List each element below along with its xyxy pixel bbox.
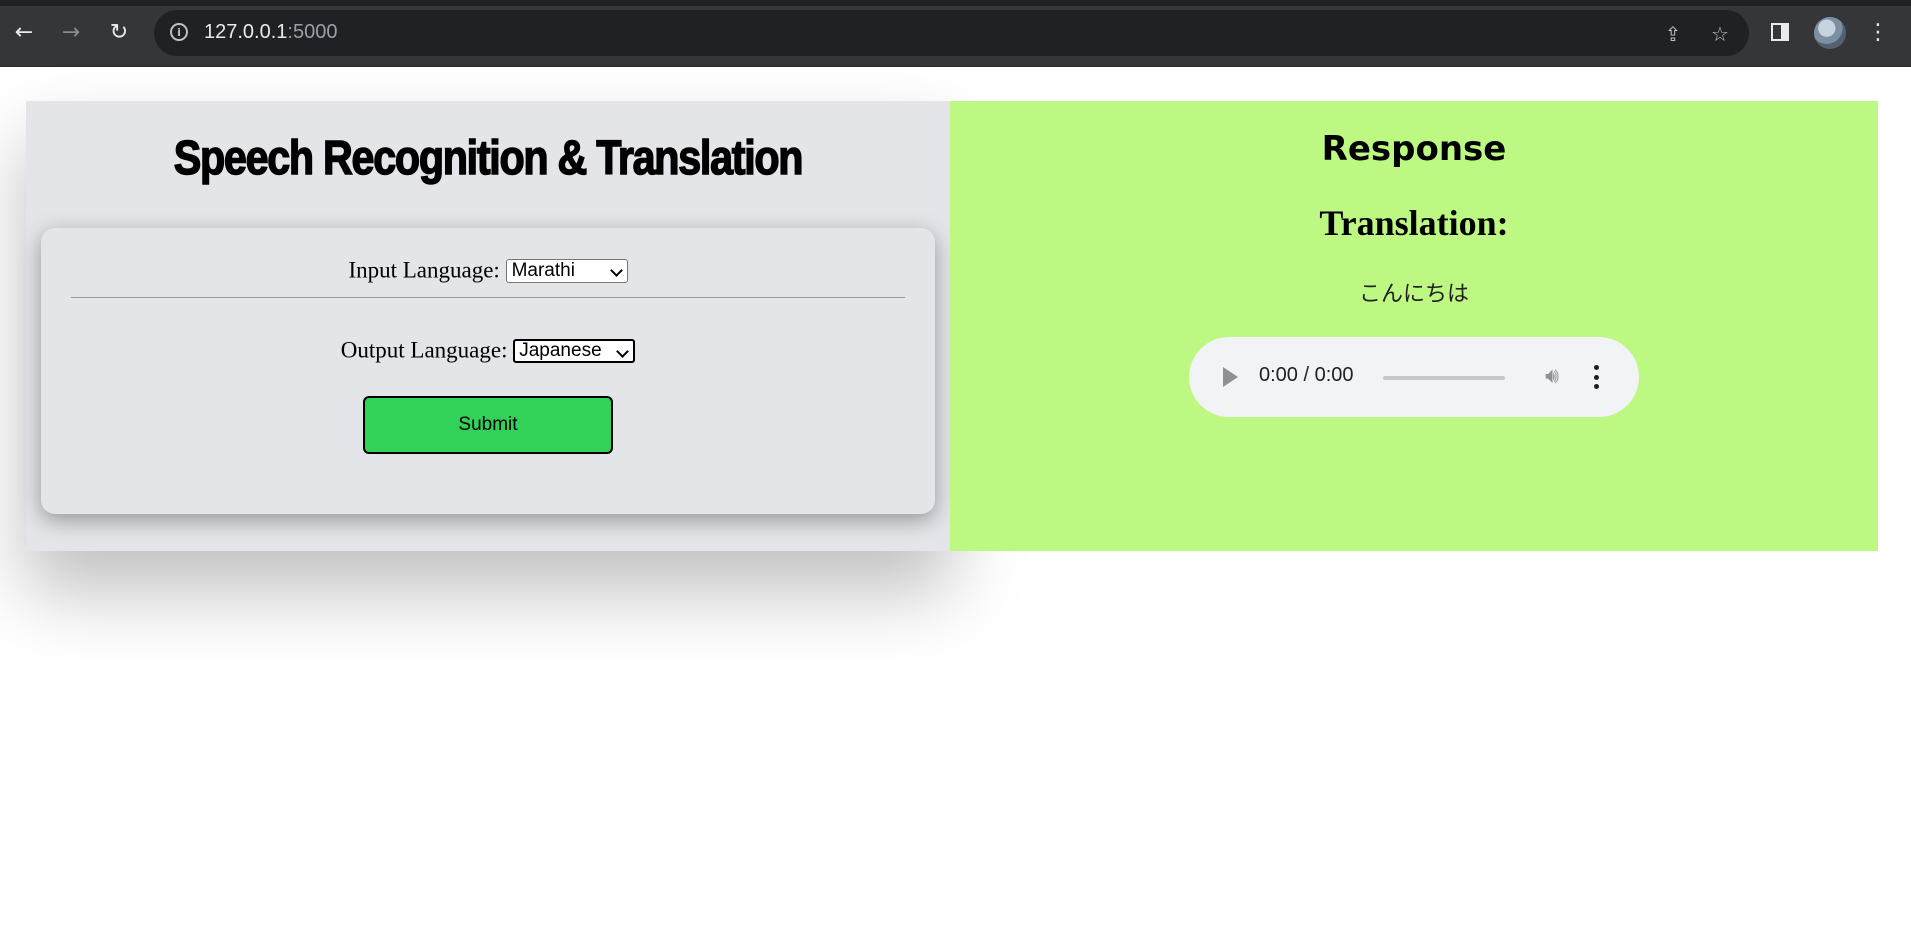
audio-player: 0:00 / 0:00 🔊︎ bbox=[1189, 337, 1639, 417]
divider bbox=[71, 297, 905, 298]
input-language-value: Marathi bbox=[511, 259, 575, 281]
url-port: :5000 bbox=[287, 21, 338, 43]
audio-progress-bar[interactable] bbox=[1383, 376, 1505, 380]
output-language-row: Output Language: Japanese bbox=[41, 336, 935, 364]
info-icon[interactable]: i bbox=[170, 23, 188, 41]
share-icon[interactable]: ⇪ bbox=[1661, 22, 1685, 46]
forward-button[interactable]: → bbox=[54, 15, 88, 49]
response-title: Response bbox=[1321, 129, 1507, 169]
play-icon[interactable] bbox=[1223, 367, 1238, 387]
response-panel: Response Translation: こんにちは 0:00 / 0:00 … bbox=[950, 101, 1878, 551]
volume-icon[interactable]: 🔊︎ bbox=[1539, 363, 1565, 389]
arrow-left-icon: ← bbox=[14, 19, 34, 45]
kebab-menu-icon[interactable]: ⋮ bbox=[1864, 16, 1892, 48]
input-language-label: Input Language: bbox=[348, 257, 500, 283]
side-panel-icon[interactable] bbox=[1771, 23, 1789, 41]
chevron-down-icon bbox=[616, 344, 630, 358]
chevron-down-icon bbox=[609, 263, 623, 277]
translation-text: こんにちは bbox=[1358, 282, 1469, 307]
output-language-select[interactable]: Japanese bbox=[513, 338, 636, 363]
language-form: Input Language: Marathi Output Language:… bbox=[41, 228, 935, 514]
avatar[interactable] bbox=[1814, 17, 1846, 49]
star-icon[interactable]: ☆ bbox=[1708, 22, 1732, 46]
translation-heading: Translation: bbox=[1319, 203, 1509, 243]
reload-button[interactable]: ↻ bbox=[102, 15, 136, 49]
audio-time: 0:00 / 0:00 bbox=[1259, 364, 1354, 386]
left-panel: Speech Recognition & Translation Input L… bbox=[26, 101, 950, 551]
page-title: Speech Recognition & Translation bbox=[173, 131, 804, 186]
output-language-value: Japanese bbox=[519, 339, 602, 361]
url-text[interactable]: 127.0.0.1:5000 bbox=[204, 21, 337, 44]
tab-strip bbox=[0, 0, 1911, 6]
input-language-select[interactable]: Marathi bbox=[505, 258, 628, 283]
submit-button[interactable]: Submit bbox=[363, 396, 613, 454]
back-button[interactable]: ← bbox=[7, 15, 41, 49]
audio-options-icon[interactable] bbox=[1593, 365, 1599, 389]
url-host: 127.0.0.1 bbox=[204, 21, 288, 43]
output-language-label: Output Language: bbox=[340, 337, 508, 363]
input-language-row: Input Language: Marathi bbox=[41, 256, 935, 284]
browser-toolbar: ← → ↻ i 127.0.0.1:5000 ⇪ ☆ ⋮ bbox=[0, 0, 1911, 67]
arrow-right-icon: → bbox=[61, 19, 81, 45]
reload-icon: ↻ bbox=[109, 19, 129, 45]
address-bar[interactable]: i 127.0.0.1:5000 ⇪ ☆ bbox=[154, 10, 1749, 56]
